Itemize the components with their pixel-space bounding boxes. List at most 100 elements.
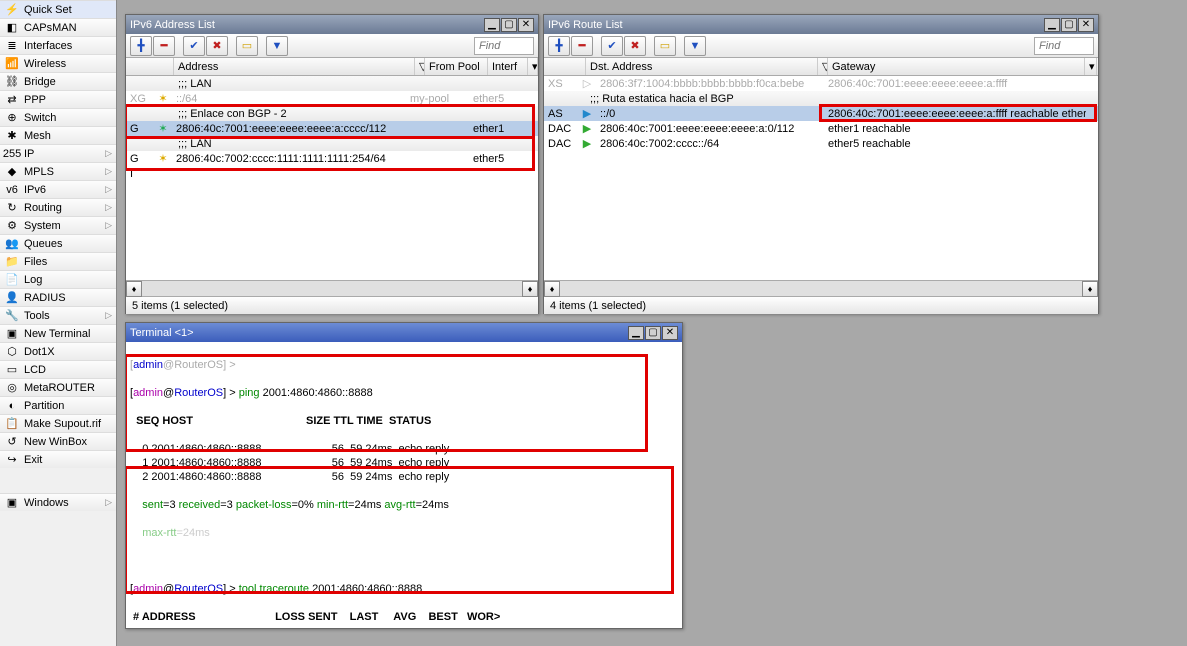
sidebar-item-mesh[interactable]: ✱Mesh xyxy=(0,126,116,144)
sidebar-item-files[interactable]: 📁Files xyxy=(0,252,116,270)
sidebar-item-switch[interactable]: ⊕Switch xyxy=(0,108,116,126)
maximize-button[interactable]: ▢ xyxy=(501,18,517,32)
sidebar-item-metarouter[interactable]: ◎MetaROUTER xyxy=(0,378,116,396)
add-button[interactable]: ╋ xyxy=(130,36,152,56)
sidebar-item-queues[interactable]: 👥Queues xyxy=(0,234,116,252)
comment-row[interactable]: ;;; Ruta estatica hacia el BGP xyxy=(544,91,1098,106)
sidebar-item-ipv6[interactable]: v6IPv6▷ xyxy=(0,180,116,198)
address-row[interactable]: XG✶::/64my-poolether5 xyxy=(126,91,538,106)
scroll-right-icon[interactable]: ♦ xyxy=(1082,281,1098,297)
address-row[interactable]: G✶2806:40c:7002:cccc:1111:1111:1111:254/… xyxy=(126,151,538,166)
route-row[interactable]: DAC▶2806:40c:7002:cccc::/64ether5 reacha… xyxy=(544,136,1098,151)
sidebar-item-make-supout-rif[interactable]: 📋Make Supout.rif xyxy=(0,414,116,432)
statusbar: 5 items (1 selected) xyxy=(126,296,538,314)
disable-button[interactable]: ✖ xyxy=(624,36,646,56)
scroll-right-icon[interactable]: ♦ xyxy=(522,281,538,297)
horizontal-scrollbar[interactable]: ♦ ♦ xyxy=(126,280,538,296)
sidebar-item-log[interactable]: 📄Log xyxy=(0,270,116,288)
sidebar-icon: 👥 xyxy=(4,236,20,252)
terminal-output[interactable]: [admin@RouterOS] > [admin@RouterOS] > pi… xyxy=(126,342,682,628)
sidebar-item-dot1x[interactable]: ⬡Dot1X xyxy=(0,342,116,360)
close-button[interactable]: ✕ xyxy=(662,326,678,340)
maximize-button[interactable]: ▢ xyxy=(645,326,661,340)
comment-button[interactable]: ▭ xyxy=(236,36,258,56)
sidebar-icon: ↻ xyxy=(4,200,20,216)
sidebar-icon: v6 xyxy=(4,182,20,198)
comment-row[interactable]: ;;; Enlace con BGP - 2 xyxy=(126,106,538,121)
address-grid[interactable]: ;;; LANXG✶::/64my-poolether5;;; Enlace c… xyxy=(126,76,538,280)
sidebar-item-partition[interactable]: ◐Partition xyxy=(0,396,116,414)
address-row[interactable]: G✶2806:40c:7001:eeee:eeee:eeee:a:cccc/11… xyxy=(126,121,538,136)
sidebar-item-lcd[interactable]: ▭LCD xyxy=(0,360,116,378)
col-frompool[interactable]: From Pool xyxy=(425,58,488,75)
toolbar: ╋ ━ ✔ ✖ ▭ ▼ xyxy=(126,34,538,58)
sidebar-item-routing[interactable]: ↻Routing▷ xyxy=(0,198,116,216)
sidebar-item-new-terminal[interactable]: ▣New Terminal xyxy=(0,324,116,342)
titlebar-route-list[interactable]: IPv6 Route List ▁ ▢ ✕ xyxy=(544,15,1098,34)
minimize-button[interactable]: ▁ xyxy=(628,326,644,340)
sidebar-item-wireless[interactable]: 📶Wireless xyxy=(0,54,116,72)
add-button[interactable]: ╋ xyxy=(548,36,570,56)
remove-button[interactable]: ━ xyxy=(571,36,593,56)
disable-button[interactable]: ✖ xyxy=(206,36,228,56)
titlebar-terminal[interactable]: Terminal <1> ▁ ▢ ✕ xyxy=(126,323,682,342)
find-input[interactable] xyxy=(1034,37,1094,55)
column-headers[interactable]: Address ▽ From Pool Interf ▾ xyxy=(126,58,538,76)
route-row[interactable]: XS▷2806:3f7:1004:bbbb:bbbb:bbbb:f0ca:beb… xyxy=(544,76,1098,91)
sidebar-item-bridge[interactable]: ⛓Bridge xyxy=(0,72,116,90)
col-more-icon[interactable]: ▾ xyxy=(528,58,538,75)
sidebar-item-capsman[interactable]: ◧CAPsMAN xyxy=(0,18,116,36)
sidebar-item-windows[interactable]: ▣Windows▷ xyxy=(0,493,116,511)
col-more-icon[interactable]: ▾ xyxy=(1085,58,1097,75)
col-interface[interactable]: Interf xyxy=(488,58,528,75)
sidebar-item-radius[interactable]: 👤RADIUS xyxy=(0,288,116,306)
sidebar-item-system[interactable]: ⚙System▷ xyxy=(0,216,116,234)
col-sort-icon[interactable]: ▽ xyxy=(415,58,425,75)
col-flag[interactable] xyxy=(126,58,174,75)
sidebar-item-new-winbox[interactable]: ↺New WinBox xyxy=(0,432,116,450)
scroll-left-icon[interactable]: ♦ xyxy=(126,281,142,297)
sidebar-item-quick-set[interactable]: ⚡Quick Set xyxy=(0,0,116,18)
flag-cell: G xyxy=(126,123,154,135)
comment-row[interactable]: ;;; LAN xyxy=(126,76,538,91)
find-input[interactable] xyxy=(474,37,534,55)
close-button[interactable]: ✕ xyxy=(1078,18,1094,32)
sidebar-item-interfaces[interactable]: ≣Interfaces xyxy=(0,36,116,54)
network-icon: ✶ xyxy=(154,152,172,165)
col-dst[interactable]: Dst. Address xyxy=(586,58,818,75)
sidebar-item-mpls[interactable]: ◆MPLS▷ xyxy=(0,162,116,180)
scroll-left-icon[interactable]: ♦ xyxy=(544,281,560,297)
comment-button[interactable]: ▭ xyxy=(654,36,676,56)
col-sort-icon[interactable]: ▽ xyxy=(818,58,828,75)
sidebar-item-ppp[interactable]: ⇄PPP xyxy=(0,90,116,108)
sidebar: ⚡Quick Set◧CAPsMAN≣Interfaces📶Wireless⛓B… xyxy=(0,0,117,646)
enable-button[interactable]: ✔ xyxy=(183,36,205,56)
route-row[interactable]: AS▶::/02806:40c:7001:eeee:eeee:eeee:a:ff… xyxy=(544,106,1098,121)
close-button[interactable]: ✕ xyxy=(518,18,534,32)
filter-button[interactable]: ▼ xyxy=(266,36,288,56)
sidebar-label: LCD xyxy=(24,364,46,376)
route-grid[interactable]: XS▷2806:3f7:1004:bbbb:bbbb:bbbb:f0ca:beb… xyxy=(544,76,1098,280)
route-row[interactable]: DAC▶2806:40c:7001:eeee:eeee:eeee:a:0/112… xyxy=(544,121,1098,136)
comment-row[interactable]: ;;; LAN xyxy=(126,136,538,151)
enable-button[interactable]: ✔ xyxy=(601,36,623,56)
horizontal-scrollbar[interactable]: ♦ ♦ xyxy=(544,280,1098,296)
maximize-button[interactable]: ▢ xyxy=(1061,18,1077,32)
titlebar-address-list[interactable]: IPv6 Address List ▁ ▢ ✕ xyxy=(126,15,538,34)
interface-cell: ether5 xyxy=(469,153,514,165)
remove-button[interactable]: ━ xyxy=(153,36,175,56)
col-address[interactable]: Address xyxy=(174,58,415,75)
minimize-button[interactable]: ▁ xyxy=(484,18,500,32)
ping-row: 0 2001:4860:4860::8888 56 59 24ms echo r… xyxy=(130,442,678,456)
col-flag[interactable] xyxy=(544,58,586,75)
col-gateway[interactable]: Gateway xyxy=(828,58,1085,75)
route-icon: ▶ xyxy=(578,137,596,150)
minimize-button[interactable]: ▁ xyxy=(1044,18,1060,32)
address-row[interactable]: I xyxy=(126,166,538,181)
sidebar-item-exit[interactable]: ↪Exit xyxy=(0,450,116,468)
sidebar-item-tools[interactable]: 🔧Tools▷ xyxy=(0,306,116,324)
column-headers[interactable]: Dst. Address ▽ Gateway ▾ xyxy=(544,58,1098,76)
filter-button[interactable]: ▼ xyxy=(684,36,706,56)
address-cell: ::/64 xyxy=(172,93,406,105)
sidebar-item-ip[interactable]: 255IP▷ xyxy=(0,144,116,162)
